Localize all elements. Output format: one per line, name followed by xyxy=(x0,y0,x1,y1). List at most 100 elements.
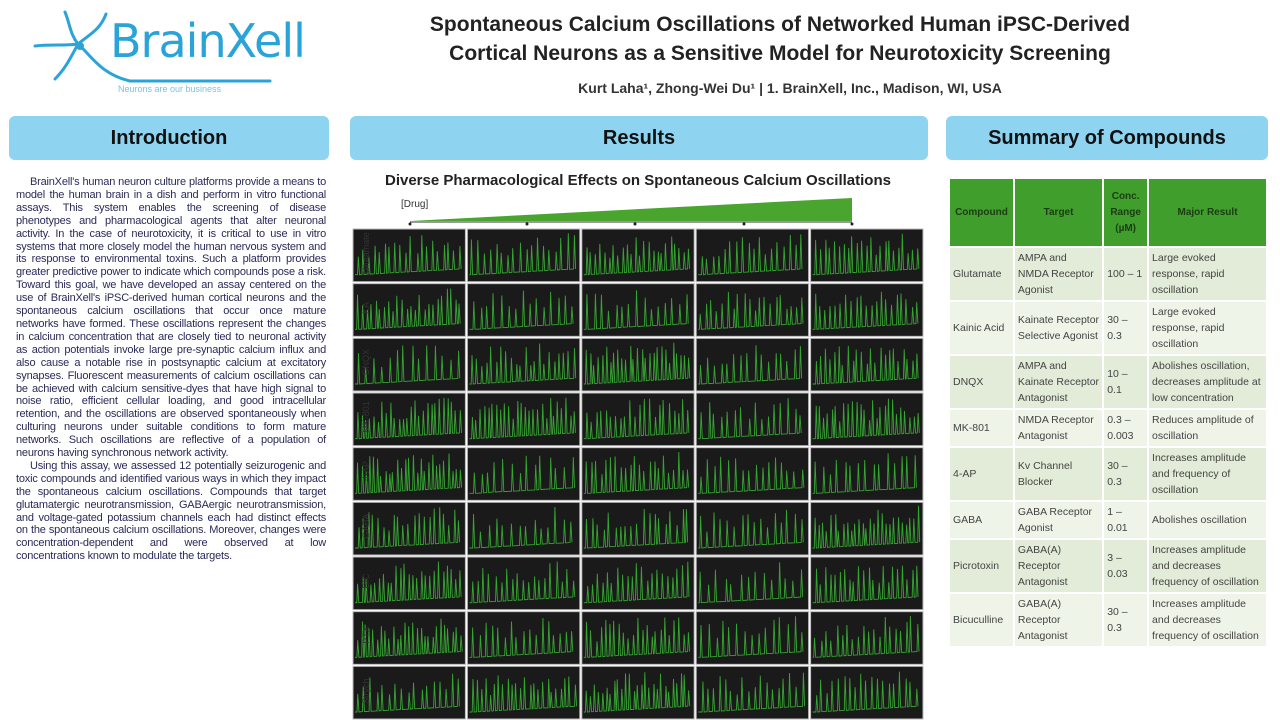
trace-panel xyxy=(695,611,810,665)
table-row: GABA GABA Receptor Agonist 1 – 0.01 Abolish… xyxy=(948,500,1268,540)
section-header-results: Results xyxy=(350,116,928,160)
row-label: GABA xyxy=(361,513,371,539)
column-header: Target xyxy=(1012,177,1105,248)
table-row: DNQX AMPA and Kainate Receptor Antagonist… xyxy=(948,354,1268,410)
row-label: KA xyxy=(361,301,371,314)
trace-panel xyxy=(695,337,810,392)
trace-panel xyxy=(466,556,581,611)
trace-panel xyxy=(466,392,581,447)
section-header-introduction: Introduction xyxy=(9,116,329,160)
table-cell: Kainate Receptor Selective Agonist xyxy=(1012,300,1105,356)
table-row: Bicuculline GABA(A) Receptor Antagonist 30… xyxy=(948,592,1268,648)
row-label: Strych. xyxy=(361,675,371,704)
table-cell: GABA Receptor Agonist xyxy=(1012,500,1105,540)
trace-panel xyxy=(695,501,810,556)
logo-tagline: Neurons are our business xyxy=(118,84,222,94)
trace-panel xyxy=(810,556,924,611)
row-label: BIC xyxy=(361,573,371,589)
table-row: Picrotoxin GABA(A) Receptor Antagonist 3 –… xyxy=(948,538,1268,594)
poster-title: Spontaneous Calcium Oscillations of Netw… xyxy=(429,13,1131,65)
trace-panel xyxy=(695,392,810,447)
table-cell: GABA(A) Receptor Antagonist xyxy=(1012,592,1105,648)
table-cell: Increases amplitude and decreases freque… xyxy=(1147,538,1268,594)
trace-panel xyxy=(466,501,581,556)
table-cell: 10 – 0.1 xyxy=(1102,354,1150,410)
trace-panel xyxy=(466,447,581,501)
row-label: 4-AP xyxy=(361,461,371,482)
table-cell: Increases amplitude and frequency of osc… xyxy=(1147,446,1268,502)
trace-panel xyxy=(695,283,810,337)
trace-panel xyxy=(581,556,695,611)
trace-panel xyxy=(810,611,924,665)
row-label: MK-801 xyxy=(361,401,371,433)
trace-panel xyxy=(581,228,695,283)
trace-panel xyxy=(466,665,581,720)
table-cell: 30 – 0.3 xyxy=(1102,446,1150,502)
intro-paragraph: Using this assay, we assessed 12 potenti… xyxy=(16,459,326,563)
table-cell: AMPA and NMDA Receptor Agonist xyxy=(1012,246,1105,302)
drug-concentration-wedge xyxy=(408,198,854,226)
table-cell: GABA(A) Receptor Antagonist xyxy=(1012,538,1105,594)
table-cell: MK-801 xyxy=(948,408,1015,448)
trace-panel xyxy=(695,665,810,720)
trace-panel xyxy=(581,665,695,720)
column-header: Conc. Range (µM) xyxy=(1102,177,1150,248)
introduction-text: BrainXell's human neuron culture platfor… xyxy=(16,176,326,563)
row-label: DNQX xyxy=(361,349,371,376)
trace-panel xyxy=(466,283,581,337)
column-header: Compound xyxy=(948,177,1015,248)
table-cell: Picrotoxin xyxy=(948,538,1015,594)
section-header-summary: Summary of Compounds xyxy=(946,116,1268,160)
table-row: 4-AP Kv Channel Blocker 30 – 0.3 Increases … xyxy=(948,446,1268,502)
trace-panel xyxy=(466,611,581,665)
trace-panel xyxy=(581,283,695,337)
table-cell: Reduces amplitude of oscillation xyxy=(1147,408,1268,448)
trace-panel xyxy=(466,337,581,392)
table-cell: GABA xyxy=(948,500,1015,540)
logo-wordmark: BrainXell xyxy=(110,14,306,68)
table-cell: AMPA and Kainate Receptor Antagonist xyxy=(1012,354,1105,410)
trace-panel xyxy=(581,337,695,392)
table-cell: Glutamate xyxy=(948,246,1015,302)
figure-title: Diverse Pharmacological Effects on Spont… xyxy=(385,172,891,189)
table-cell: 30 – 0.3 xyxy=(1102,300,1150,356)
table-cell: 30 – 0.3 xyxy=(1102,592,1150,648)
table-cell: Abolishes oscillation, decreases amplitu… xyxy=(1147,354,1268,410)
table-cell: Kv Channel Blocker xyxy=(1012,446,1105,502)
authors: Kurt Laha¹, Zhong-Wei Du¹ | 1. BrainXell… xyxy=(578,80,1002,96)
row-label: PTX xyxy=(361,626,371,644)
trace-panel xyxy=(695,447,810,501)
table-cell: 1 – 0.01 xyxy=(1102,500,1150,540)
table-cell: 0.3 – 0.003 xyxy=(1102,408,1150,448)
table-cell: 3 – 0.03 xyxy=(1102,538,1150,594)
trace-panel xyxy=(810,447,924,501)
table-cell: Large evoked response, rapid oscillation xyxy=(1147,246,1268,302)
calcium-trace-grid xyxy=(352,228,924,720)
table-row: MK-801 NMDA Receptor Antagonist 0.3 – 0.00… xyxy=(948,408,1268,448)
summary-table: Compound Target Conc. Range (µM) Major Resu… xyxy=(948,177,1268,648)
trace-panel xyxy=(466,228,581,283)
trace-panel xyxy=(695,556,810,611)
table-cell: Abolishes oscillation xyxy=(1147,500,1268,540)
table-cell: 100 – 1 xyxy=(1102,246,1150,302)
trace-panel xyxy=(581,611,695,665)
trace-panel xyxy=(810,228,924,283)
trace-panel xyxy=(810,665,924,720)
trace-panel xyxy=(695,228,810,283)
trace-panel xyxy=(581,447,695,501)
table-cell: 4-AP xyxy=(948,446,1015,502)
table-cell: DNQX xyxy=(948,354,1015,410)
trace-panel xyxy=(810,392,924,447)
trace-panel xyxy=(810,337,924,392)
trace-panel xyxy=(581,501,695,556)
trace-panel xyxy=(810,283,924,337)
table-cell: Kainic Acid xyxy=(948,300,1015,356)
column-header: Major Result xyxy=(1147,177,1268,248)
table-cell: NMDA Receptor Antagonist xyxy=(1012,408,1105,448)
row-label: Glutamate xyxy=(361,232,371,274)
table-row: Kainic Acid Kainate Receptor Selective Ag… xyxy=(948,300,1268,356)
table-cell: Large evoked response, rapid oscillation xyxy=(1147,300,1268,356)
trace-panel xyxy=(810,501,924,556)
intro-paragraph: BrainXell's human neuron culture platfor… xyxy=(16,176,326,460)
table-row: Glutamate AMPA and NMDA Receptor Agonist 1… xyxy=(948,246,1268,302)
